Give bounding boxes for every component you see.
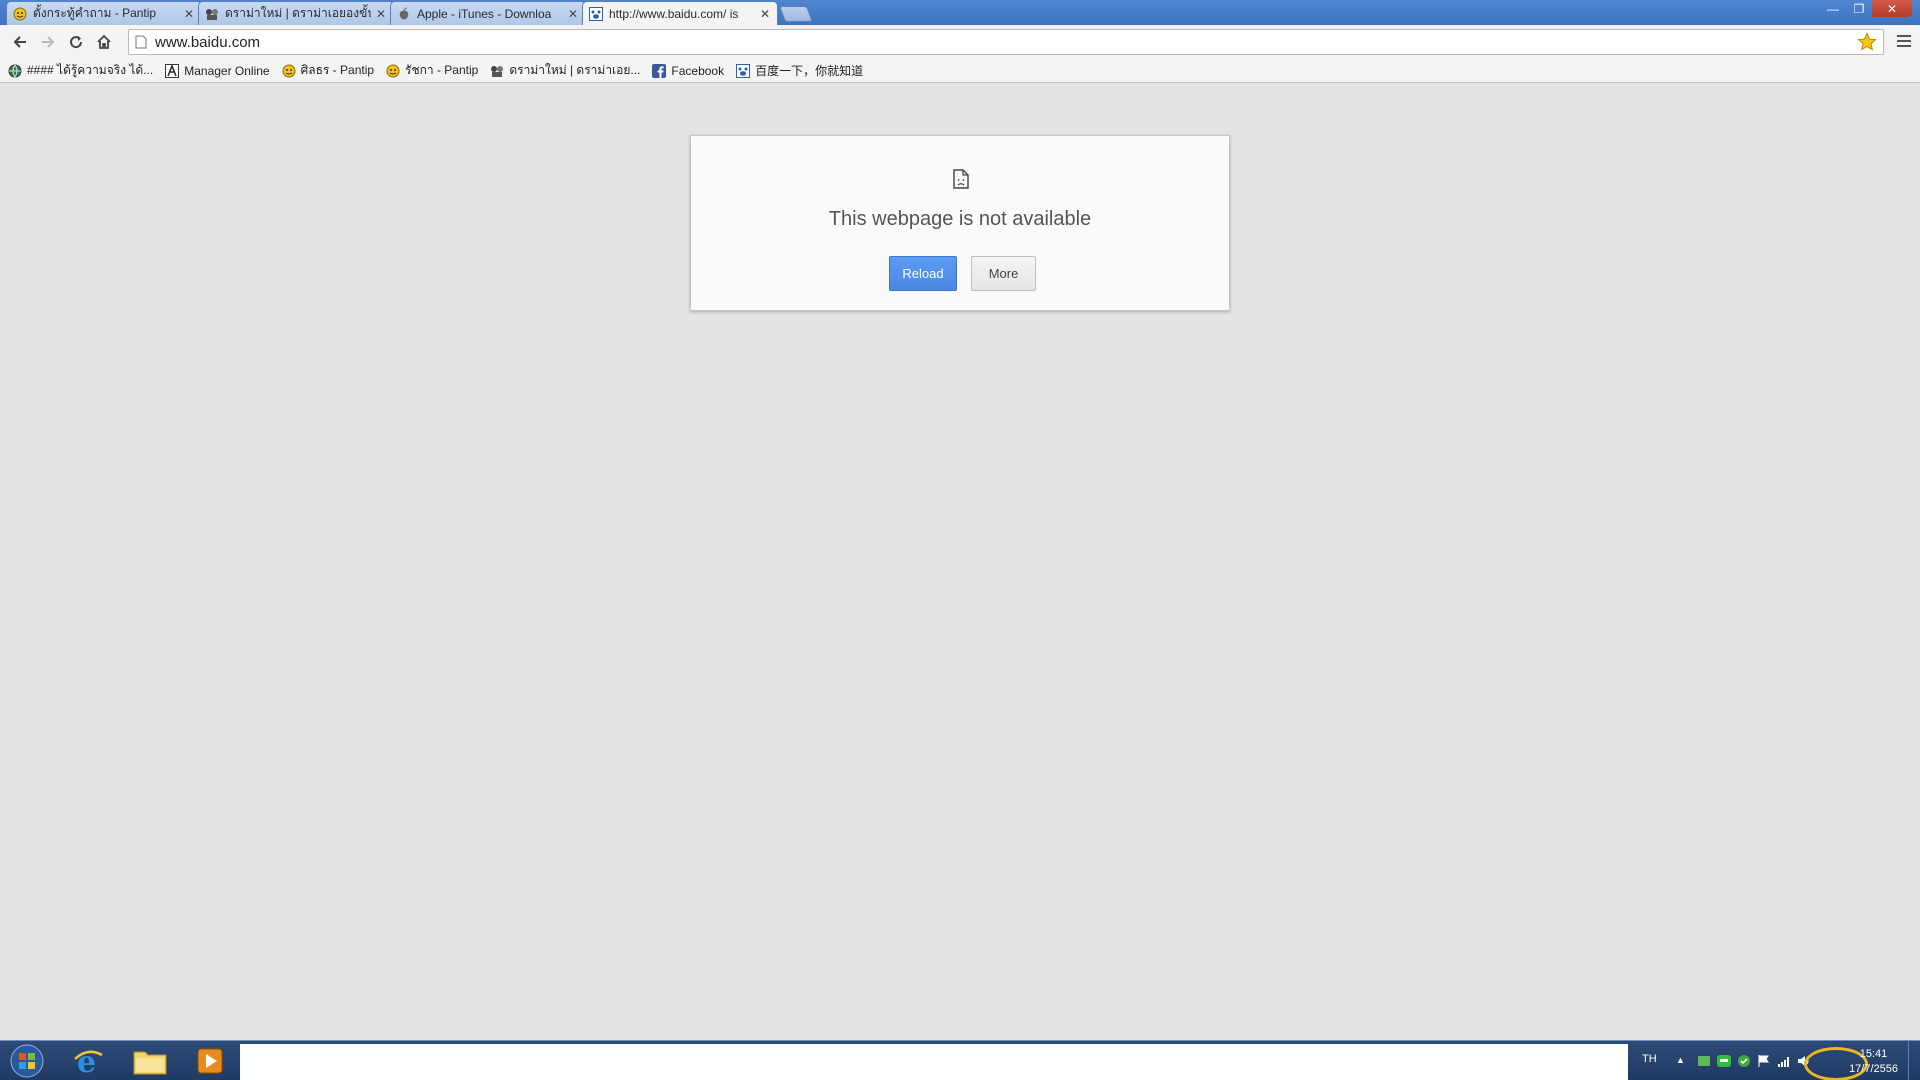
window-controls: — ❐ ✕ [1820, 0, 1912, 17]
close-icon[interactable]: ✕ [183, 7, 195, 21]
pantip-smiley-icon [282, 64, 296, 78]
media-player-icon [197, 1048, 223, 1074]
facebook-icon [652, 63, 667, 78]
apple-icon [397, 7, 411, 21]
line-icon[interactable] [1716, 1053, 1732, 1069]
browser-toolbar: www.baidu.com [0, 25, 1920, 59]
bookmark-item[interactable]: #### ได้รู้ความจริง ได้... [8, 61, 153, 80]
reload-button[interactable] [62, 28, 90, 56]
bookmark-item[interactable]: รัชกา - Pantip [386, 61, 478, 80]
address-text: www.baidu.com [155, 33, 261, 51]
bookmark-label: #### ได้รู้ความจริง ได้... [27, 63, 154, 77]
refresh-icon [70, 36, 83, 49]
reload-page-button[interactable]: Reload [889, 256, 957, 291]
show-desktop-button[interactable] [1908, 1041, 1920, 1080]
system-tray: TH ▲ 15:41 17/7/2556 [1630, 1041, 1920, 1080]
new-tab-button[interactable] [779, 6, 813, 22]
taskbar: e TH ▲ 15:41 17/7/2556 [0, 1040, 1920, 1080]
globe-icon [8, 64, 22, 78]
close-icon[interactable]: ✕ [567, 7, 579, 21]
tab-pantip-question[interactable]: ตั้งกระทู้คำถาม - Pantip ✕ [6, 1, 202, 25]
tab-baidu[interactable]: http://www.baidu.com/ is ✕ [582, 1, 778, 25]
tab-strip: ตั้งกระทู้คำถาม - Pantip ✕ ดราม่าใหม่ | … [6, 1, 813, 25]
folder-icon [133, 1051, 167, 1075]
arrow-left-icon [13, 36, 26, 48]
close-icon[interactable]: ✕ [375, 7, 387, 21]
bookmark-item[interactable]: Facebook [652, 63, 725, 78]
bookmark-label: Facebook [671, 63, 725, 78]
internet-explorer-taskbar-button[interactable]: e [60, 1043, 116, 1079]
bookmark-item[interactable]: ดราม่าใหม่ | ดราม่าเอย... [490, 61, 640, 80]
error-heading: This webpage is not available [828, 208, 1092, 230]
bookmark-item[interactable]: ศิลธร - Pantip [282, 61, 374, 80]
svg-text:e: e [77, 1045, 96, 1077]
file-explorer-taskbar-button[interactable] [122, 1043, 178, 1079]
tab-title: ตั้งกระทู้คำถาม - Pantip [33, 6, 157, 20]
tab-drama[interactable]: ดราม่าใหม่ | ดราม่าเอยองขั้นเ ✕ [198, 1, 394, 25]
start-button[interactable] [4, 1043, 50, 1079]
pantip-smiley-icon [386, 64, 400, 78]
baidu-paw-icon [736, 63, 751, 78]
restore-icon[interactable]: ❐ [1846, 0, 1872, 17]
bookmark-label: Manager Online [184, 63, 270, 78]
drama-icon [490, 64, 504, 78]
page-icon [135, 35, 147, 49]
show-hidden-icons[interactable]: ▲ [1676, 1055, 1685, 1065]
tab-apple-itunes[interactable]: Apple - iTunes - Downloa ✕ [390, 1, 586, 25]
bookmark-label: ดราม่าใหม่ | ดราม่าเอย... [509, 63, 641, 77]
bookmark-item[interactable]: 百度一下，你就知道 [736, 62, 863, 79]
bookmark-label: 百度一下，你就知道 [755, 64, 864, 78]
home-button[interactable] [90, 28, 118, 56]
forward-button[interactable] [34, 28, 62, 56]
clock-date: 17/7/2556 [1849, 1063, 1898, 1075]
security-check-icon[interactable] [1736, 1053, 1752, 1069]
bookmark-label: ศิลธร - Pantip [300, 63, 375, 77]
network-signal-icon[interactable] [1776, 1053, 1792, 1069]
menu-icon[interactable] [1894, 31, 1914, 51]
address-bar[interactable]: www.baidu.com [128, 29, 1884, 55]
home-icon [97, 34, 111, 49]
language-indicator[interactable]: TH [1642, 1053, 1657, 1065]
windows-logo-icon [10, 1044, 44, 1078]
internet-explorer-icon: e [74, 1045, 103, 1077]
close-window-icon[interactable]: ✕ [1872, 0, 1912, 17]
taskbar-blank-area [240, 1044, 1628, 1080]
title-bar: ตั้งกระทู้คำถาม - Pantip ✕ ดราม่าใหม่ | … [0, 0, 1920, 25]
baidu-paw-icon [589, 6, 603, 21]
bookmark-item[interactable]: Manager Online [165, 63, 270, 78]
tab-title: http://www.baidu.com/ is [609, 6, 739, 21]
clock[interactable]: 15:41 17/7/2556 [1849, 1047, 1898, 1077]
more-button[interactable]: More [971, 256, 1036, 291]
sad-document-icon [953, 169, 969, 192]
minimize-icon[interactable]: — [1820, 0, 1846, 17]
tray-app-icon[interactable] [1696, 1053, 1712, 1069]
tab-title: ดราม่าใหม่ | ดราม่าเอยองขั้นเ [225, 6, 371, 20]
bookmark-label: รัชกา - Pantip [405, 63, 479, 77]
error-card: This webpage is not available Reload Mor… [690, 135, 1230, 311]
bookmark-star-icon[interactable] [1857, 32, 1877, 55]
clock-time: 15:41 [1859, 1048, 1888, 1060]
manager-icon [165, 63, 180, 78]
tab-title: Apple - iTunes - Downloa [417, 6, 552, 21]
back-button[interactable] [6, 28, 34, 56]
media-player-taskbar-button[interactable] [182, 1043, 238, 1079]
flag-icon[interactable] [1756, 1053, 1772, 1069]
arrow-right-icon [42, 36, 55, 48]
drama-icon [205, 7, 219, 21]
bookmarks-bar: #### ได้รู้ความจริง ได้... Manager Onlin… [0, 59, 1920, 83]
close-icon[interactable]: ✕ [759, 7, 771, 21]
pantip-smiley-icon [13, 7, 27, 21]
